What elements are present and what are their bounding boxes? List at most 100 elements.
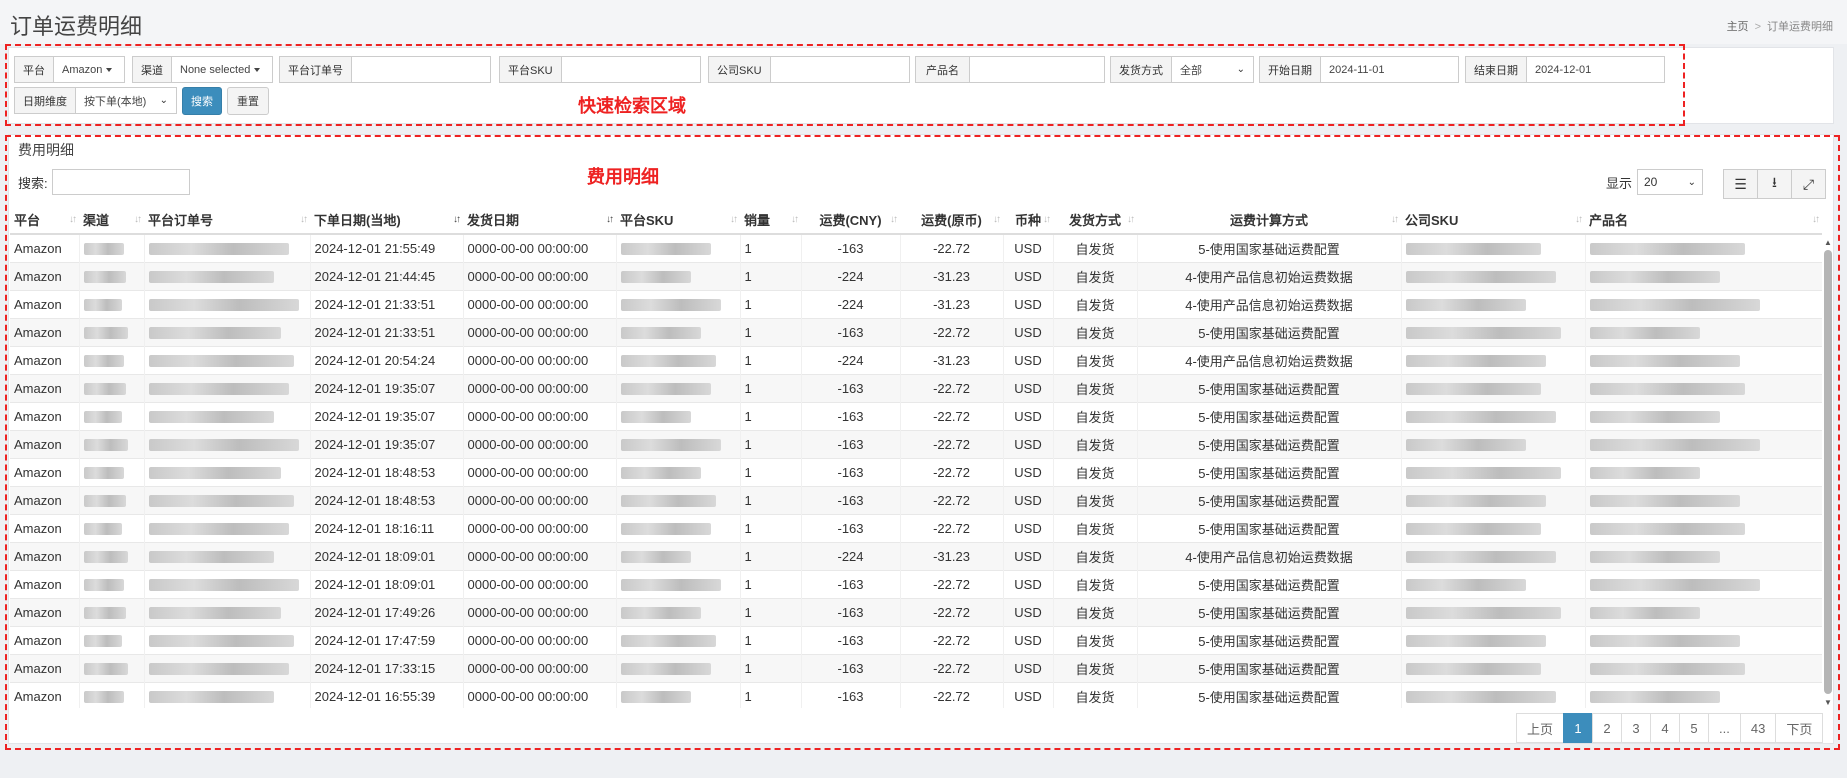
col-company-sku-header[interactable]: 公司SKU ↓↑ bbox=[1401, 206, 1585, 235]
start-date-label: 开始日期 bbox=[1260, 57, 1321, 82]
redacted-value bbox=[1405, 439, 1526, 452]
pagination-page-button[interactable]: 3 bbox=[1621, 713, 1652, 743]
table-scrollbar[interactable] bbox=[1824, 250, 1832, 694]
table-row[interactable]: Amazon 2024-12-01 19:35:07 0000-00-00 00:0… bbox=[10, 373, 1822, 402]
col-ship-date-header[interactable]: 发货日期 ↓↑ bbox=[463, 206, 616, 235]
table-row[interactable]: Amazon 2024-12-01 21:55:49 0000-00-00 00:0… bbox=[10, 233, 1822, 262]
table-scroll-area[interactable]: 平台 ↓↑ 渠道 ↓↑ 平台订单号 ↓↑ 下单日期(当地) ↓↑ 发货日期 ↓↑ 平台SKU ↓↑ 销量… bbox=[10, 206, 1822, 708]
redacted-value bbox=[1589, 523, 1745, 536]
date-dimension-select[interactable]: 按下单(本地) ⌄ bbox=[76, 88, 176, 113]
end-date-input[interactable]: 2024-12-01 bbox=[1527, 57, 1664, 82]
col-currency-cell: USD bbox=[1003, 373, 1054, 402]
table-row[interactable]: Amazon 2024-12-01 17:33:15 0000-00-00 00:0… bbox=[10, 653, 1822, 682]
col-platform-order-cell bbox=[144, 597, 311, 626]
redacted-value bbox=[83, 635, 122, 648]
col-order-date-header[interactable]: 下单日期(当地) ↓↑ bbox=[310, 206, 463, 235]
shipping-method-select[interactable]: 全部 ⌄ bbox=[1172, 57, 1253, 82]
redacted-value bbox=[148, 691, 274, 704]
download-icon: ⭳ bbox=[1772, 174, 1777, 190]
col-company-sku-cell bbox=[1401, 541, 1586, 570]
detail-area-label: 费用明细 bbox=[587, 167, 659, 187]
channel-dropdown[interactable]: None selected bbox=[172, 57, 272, 82]
col-platform-sku-cell bbox=[616, 541, 741, 570]
table-row[interactable]: Amazon 2024-12-01 18:16:11 0000-00-00 00:0… bbox=[10, 513, 1822, 542]
redacted-value bbox=[1405, 383, 1541, 396]
col-channel-header[interactable]: 渠道 ↓↑ bbox=[79, 206, 144, 235]
redacted-value bbox=[1405, 495, 1546, 508]
col-shipping-method-header[interactable]: 发货方式 ↓↑ bbox=[1053, 206, 1137, 235]
sort-icon: ↓↑ bbox=[1127, 214, 1135, 225]
scroll-up-icon[interactable]: ▲ bbox=[1823, 238, 1833, 248]
col-platform-sku-cell bbox=[616, 233, 741, 262]
breadcrumb-home[interactable]: 主页 bbox=[1727, 21, 1749, 33]
col-freight-cny-cell: -163 bbox=[801, 457, 901, 486]
col-platform-sku-cell bbox=[616, 625, 741, 654]
table-search-input[interactable] bbox=[52, 169, 190, 195]
col-quantity-header[interactable]: 销量 ↓↑ bbox=[740, 206, 801, 235]
col-product-name-cell bbox=[1585, 541, 1822, 570]
chevron-down-icon: ⌄ bbox=[1687, 176, 1696, 188]
pagination-ellipsis[interactable]: ... bbox=[1708, 713, 1741, 743]
table-row[interactable]: Amazon 2024-12-01 18:09:01 0000-00-00 00:0… bbox=[10, 569, 1822, 598]
col-freight-original-header[interactable]: 运费(原币) ↓↑ bbox=[900, 206, 1003, 235]
column-list-button[interactable]: ☰ bbox=[1723, 169, 1758, 199]
export-button[interactable]: ⭳ bbox=[1757, 169, 1792, 199]
col-freight-cny-cell: -163 bbox=[801, 373, 901, 402]
pagination-next-button[interactable]: 下页 bbox=[1775, 713, 1824, 743]
col-product-name-cell bbox=[1585, 373, 1822, 402]
col-product-name-cell bbox=[1585, 653, 1822, 682]
table-row[interactable]: Amazon 2024-12-01 21:33:51 0000-00-00 00:0… bbox=[10, 289, 1822, 318]
table-row[interactable]: Amazon 2024-12-01 19:35:07 0000-00-00 00:0… bbox=[10, 429, 1822, 458]
table-row[interactable]: Amazon 2024-12-01 17:47:59 0000-00-00 00:0… bbox=[10, 625, 1822, 654]
col-order-date-cell: 2024-12-01 19:35:07 bbox=[310, 401, 464, 430]
pagination-page-button[interactable]: 43 bbox=[1739, 713, 1777, 743]
page-size-select[interactable]: 20 ⌄ bbox=[1637, 169, 1703, 195]
col-quantity-cell: 1 bbox=[740, 345, 802, 374]
col-currency-header[interactable]: 币种 ↓↑ bbox=[1003, 206, 1053, 235]
detail-title: 费用明细 bbox=[18, 142, 74, 158]
col-channel-cell bbox=[79, 373, 145, 402]
start-date-input[interactable]: 2024-11-01 bbox=[1321, 57, 1458, 82]
redacted-value bbox=[1405, 579, 1526, 592]
col-platform-order-header[interactable]: 平台订单号 ↓↑ bbox=[144, 206, 310, 235]
col-platform-sku-cell bbox=[616, 317, 741, 346]
pagination-page-button[interactable]: 1 bbox=[1563, 713, 1594, 743]
pagination-prev-button[interactable]: 上页 bbox=[1516, 713, 1565, 743]
page-title: 订单运费明细 bbox=[10, 14, 143, 39]
table-row[interactable]: Amazon 2024-12-01 19:35:07 0000-00-00 00:0… bbox=[10, 401, 1822, 430]
platform-sku-input[interactable] bbox=[562, 57, 700, 82]
col-shipping-method-cell: 自发货 bbox=[1053, 485, 1138, 514]
scroll-down-icon[interactable]: ▼ bbox=[1823, 698, 1833, 708]
pagination-page-button[interactable]: 5 bbox=[1679, 713, 1710, 743]
pagination-page-button[interactable]: 4 bbox=[1650, 713, 1681, 743]
table-row[interactable]: Amazon 2024-12-01 21:44:45 0000-00-00 00:0… bbox=[10, 261, 1822, 290]
col-platform-sku-header[interactable]: 平台SKU ↓↑ bbox=[616, 206, 740, 235]
table-row[interactable]: Amazon 2024-12-01 17:49:26 0000-00-00 00:0… bbox=[10, 597, 1822, 626]
table-row[interactable]: Amazon 2024-12-01 18:48:53 0000-00-00 00:0… bbox=[10, 485, 1822, 514]
col-freight-cny-cell: -163 bbox=[801, 513, 901, 542]
col-freight-calc-header[interactable]: 运费计算方式 ↓↑ bbox=[1137, 206, 1401, 235]
table-row[interactable]: Amazon 2024-12-01 18:48:53 0000-00-00 00:0… bbox=[10, 457, 1822, 486]
platform-dropdown[interactable]: Amazon bbox=[54, 57, 124, 82]
col-platform-order-cell bbox=[144, 373, 311, 402]
pagination-page-button[interactable]: 2 bbox=[1592, 713, 1623, 743]
col-platform-header[interactable]: 平台 ↓↑ bbox=[10, 206, 79, 235]
table-row[interactable]: Amazon 2024-12-01 20:54:24 0000-00-00 00:0… bbox=[10, 345, 1822, 374]
company-sku-input[interactable] bbox=[771, 57, 909, 82]
product-name-input[interactable] bbox=[970, 57, 1104, 82]
redacted-value bbox=[1405, 663, 1541, 676]
platform-order-input[interactable] bbox=[352, 57, 490, 82]
fullscreen-button[interactable]: ⤢ bbox=[1791, 169, 1826, 199]
table-row[interactable]: Amazon 2024-12-01 18:09:01 0000-00-00 00:0… bbox=[10, 541, 1822, 570]
col-freight-cny-header[interactable]: 运费(CNY) ↓↑ bbox=[801, 206, 900, 235]
redacted-value bbox=[83, 523, 122, 536]
col-product-name-header[interactable]: 产品名 ↓↑ bbox=[1585, 206, 1822, 235]
col-company-sku-cell bbox=[1401, 345, 1586, 374]
table-row[interactable]: Amazon 2024-12-01 16:55:39 0000-00-00 00:0… bbox=[10, 681, 1822, 708]
reset-button[interactable]: 重置 bbox=[227, 87, 269, 115]
col-ship-date-cell: 0000-00-00 00:00:00 bbox=[463, 289, 617, 318]
table-row[interactable]: Amazon 2024-12-01 21:33:51 0000-00-00 00:0… bbox=[10, 317, 1822, 346]
search-button[interactable]: 搜索 bbox=[182, 87, 222, 115]
col-platform-order-cell bbox=[144, 345, 311, 374]
col-freight-cny-cell: -163 bbox=[801, 429, 901, 458]
